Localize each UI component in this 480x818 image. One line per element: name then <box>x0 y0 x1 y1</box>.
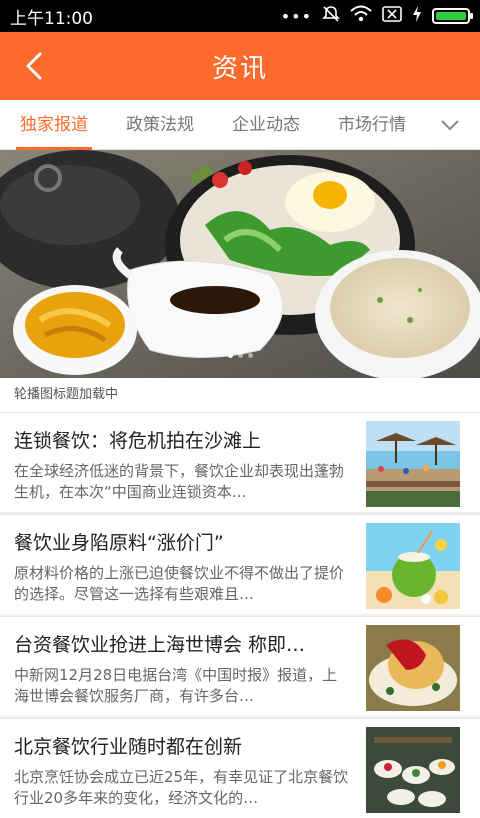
banner-carousel[interactable] <box>0 150 480 378</box>
chevron-down-icon <box>441 120 459 131</box>
coconut-drink-thumbnail <box>366 523 460 609</box>
chevron-left-icon <box>26 52 42 80</box>
no-sim-icon <box>382 5 402 27</box>
carousel-indicators <box>0 353 480 358</box>
tab-label: 政策法规 <box>126 114 194 135</box>
news-title: 北京餐饮行业随时都在创新 <box>14 736 243 758</box>
category-tabs: 独家报道 政策法规 企业动态 市场行情 <box>0 100 480 150</box>
carousel-dot[interactable] <box>247 353 253 358</box>
news-summary: 在全球经济低迷的背景下，餐饮企业却表现出蓬勃生机，在本次“中国商业连锁资本… <box>14 462 345 501</box>
dessert-plate-thumbnail <box>366 625 460 711</box>
news-title: 餐饮业身陷原料“涨价门” <box>14 532 224 554</box>
news-list-item[interactable]: 餐饮业身陷原料“涨价门” 原材料价格的上涨已迫使餐饮业不得不做出了提价的选择。尽… <box>0 514 480 614</box>
news-summary: 原材料价格的上涨已迫使餐饮业不得不做出了提价的选择。尽管这一选择有些艰难且… <box>14 564 345 603</box>
tab-label: 市场行情 <box>338 114 406 135</box>
tab-company-news[interactable]: 企业动态 <box>228 100 304 150</box>
charging-icon <box>412 5 422 27</box>
tab-policy-regulations[interactable]: 政策法规 <box>122 100 198 150</box>
status-icons: ••• <box>280 5 473 28</box>
news-list-item[interactable]: 连锁餐饮：将危机拍在沙滩上 在全球经济低迷的背景下，餐饮企业却表现出蓬勃生机，在… <box>0 412 480 512</box>
news-summary: 中新网12月28日电据台湾《中国时报》报道，上海世博会餐饮服务厂商，有许多台… <box>14 666 338 705</box>
back-button[interactable] <box>14 46 54 86</box>
status-bar: 上午11:00 ••• <box>0 0 480 32</box>
tab-label: 企业动态 <box>232 114 300 135</box>
mute-bell-icon <box>322 5 340 28</box>
status-time: 上午11:00 <box>10 8 93 29</box>
news-summary: 北京烹饪协会成立已近25年，有幸见证了北京餐饮行业20多年来的变化，经济文化的… <box>14 768 349 807</box>
page-title: 资讯 <box>211 53 268 84</box>
tab-exclusive-report[interactable]: 独家报道 <box>16 100 92 150</box>
news-title: 台资餐饮业抢进上海世博会 称即… <box>14 634 306 656</box>
beach-boardwalk-thumbnail <box>366 421 460 507</box>
more-dots-icon: ••• <box>280 6 312 26</box>
news-list-item[interactable]: 台资餐饮业抢进上海世博会 称即… 中新网12月28日电据台湾《中国时报》报道，上… <box>0 616 480 716</box>
carousel-dot[interactable] <box>237 353 243 358</box>
battery-icon <box>432 8 473 24</box>
food-banner-image <box>0 150 480 378</box>
tab-market-quotes[interactable]: 市场行情 <box>334 100 410 150</box>
banner-caption: 轮播图标题加载中 <box>0 378 480 412</box>
wifi-icon <box>350 5 372 28</box>
carousel-dot[interactable] <box>227 353 233 358</box>
tab-label: 独家报道 <box>20 114 88 135</box>
news-list-item[interactable]: 北京餐饮行业随时都在创新 北京烹饪协会成立已近25年，有幸见证了北京餐饮行业20… <box>0 718 480 818</box>
banquet-dishes-thumbnail <box>366 727 460 813</box>
news-title: 连锁餐饮：将危机拍在沙滩上 <box>14 430 262 452</box>
expand-tabs-button[interactable] <box>438 113 462 137</box>
app-header: 资讯 <box>0 32 480 100</box>
